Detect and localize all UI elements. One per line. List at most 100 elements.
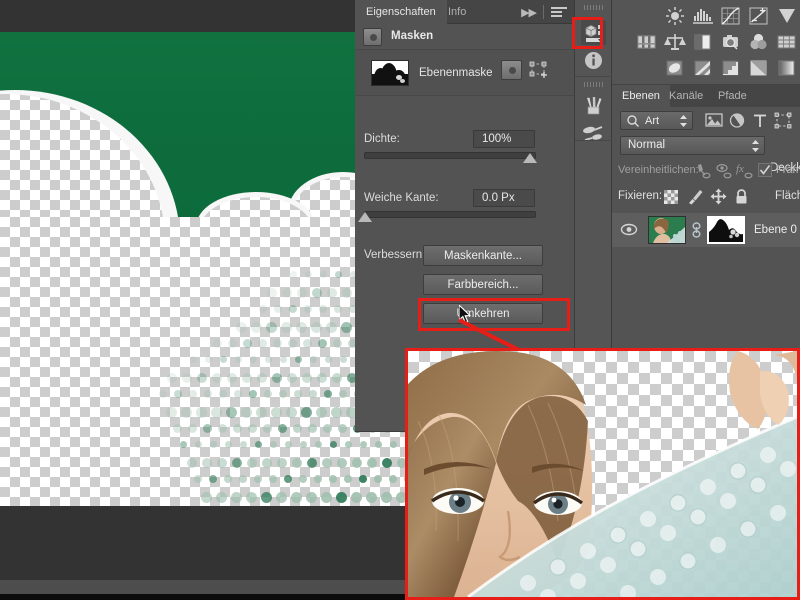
dock-separator [575, 76, 612, 77]
pixel-mask-icon[interactable] [501, 60, 522, 80]
mask-row-label: Ebenenmaske [419, 67, 493, 79]
mask-edge-button[interactable]: Maskenkante... [423, 245, 543, 266]
mask-row[interactable]: Ebenenmaske [355, 50, 574, 96]
bubble-speckle [251, 322, 262, 333]
threshold-icon[interactable] [720, 58, 742, 78]
tab-kanaele-label: Kanäle [669, 90, 704, 102]
bubble-speckle [248, 424, 257, 433]
bubble-speckle [314, 475, 322, 483]
dock-grip[interactable] [584, 5, 603, 10]
bubble-speckle [257, 373, 267, 383]
black-white-icon[interactable] [692, 32, 714, 52]
link-icon[interactable] [691, 222, 702, 238]
unify-row: Vereinheitlichen: fx Frame [612, 159, 800, 184]
bubble-speckle [201, 492, 212, 503]
bubble-speckle [296, 322, 307, 333]
bubble-speckle [336, 492, 347, 503]
bubble-speckle [302, 373, 312, 383]
bubble-speckle [321, 492, 332, 503]
layer-thumbnail[interactable] [648, 216, 686, 244]
posterize-icon[interactable] [692, 58, 714, 78]
table-row[interactable]: Ebene 0 [612, 213, 800, 247]
selective-color-icon[interactable] [748, 58, 770, 78]
shape-filter-icon[interactable] [774, 112, 792, 129]
feather-slider-thumb[interactable] [358, 212, 372, 222]
frame-label: Frame [776, 164, 800, 176]
info-icon[interactable] [581, 48, 606, 73]
dock-grip[interactable] [584, 82, 603, 87]
bubble-speckle [374, 475, 382, 483]
hue-saturation-icon[interactable] [636, 32, 658, 52]
masks-panel-title: Masken [391, 30, 434, 42]
photo-filter-icon[interactable] [720, 32, 742, 52]
tab-info[interactable]: Info [437, 0, 477, 24]
bubble-speckle [316, 407, 327, 418]
bubble-speckle [250, 356, 257, 363]
bubble-speckle [264, 390, 272, 398]
bubble-speckle [333, 339, 342, 348]
exposure-icon[interactable] [748, 6, 770, 26]
tab-eigenschaften[interactable]: Eigenschaften [355, 0, 447, 24]
adjustment-filter-icon[interactable] [728, 112, 746, 129]
color-lookup-icon[interactable] [776, 32, 798, 52]
density-slider-track[interactable] [364, 152, 536, 159]
layer-mask-thumbnail[interactable] [707, 216, 745, 244]
stepper-arrows-icon [680, 115, 687, 127]
brush-presets-icon[interactable] [581, 121, 606, 146]
invert-icon[interactable] [664, 58, 686, 78]
color-range-button[interactable]: Farbbereich... [423, 274, 543, 295]
image-filter-icon[interactable] [705, 112, 723, 129]
unify-visibility-icon[interactable] [715, 162, 733, 180]
bubble-speckle [306, 492, 317, 503]
bubble-speckle [196, 407, 207, 418]
text-filter-icon[interactable] [751, 112, 769, 129]
eye-icon[interactable] [620, 222, 638, 237]
panel-menu-icon[interactable] [551, 7, 567, 18]
bubble-speckle [236, 322, 247, 333]
feather-value[interactable]: 0.0 Px [473, 189, 535, 207]
fill-label: Fläch [775, 190, 800, 202]
vibrance-icon[interactable] [776, 6, 798, 26]
color-balance-icon[interactable] [664, 32, 686, 52]
unify-effects-icon[interactable]: fx [736, 162, 754, 180]
double-chevron-right-icon[interactable]: ▶▶ [521, 6, 537, 19]
layer-mask-thumbnail[interactable] [371, 60, 409, 86]
bubble-speckle [240, 441, 247, 448]
bubble-speckle [194, 475, 202, 483]
tab-pfade[interactable]: Pfade [708, 85, 757, 107]
unify-position-icon[interactable] [694, 162, 712, 180]
density-slider-thumb[interactable] [523, 153, 537, 163]
dock-separator [575, 140, 612, 141]
channel-mixer-icon[interactable] [748, 32, 770, 52]
bubble-speckle [256, 407, 267, 418]
bubble-speckle [272, 373, 282, 383]
bubble-speckle [309, 390, 317, 398]
curves-icon[interactable] [720, 6, 742, 26]
bubble-speckle [284, 475, 292, 483]
feather-slider-track[interactable] [364, 211, 536, 218]
lock-image-icon[interactable] [687, 188, 704, 205]
bubble-speckle [317, 373, 327, 383]
levels-icon[interactable] [692, 6, 714, 26]
bubble-speckle [341, 322, 352, 333]
bubble-speckle [311, 322, 322, 333]
brushes-icon[interactable] [581, 93, 606, 118]
density-value[interactable]: 100% [473, 130, 535, 148]
brightness-contrast-icon[interactable] [664, 6, 686, 26]
unify-label: Vereinheitlichen: [618, 164, 699, 176]
bubble-speckle [345, 441, 352, 448]
tab-kanaele[interactable]: Kanäle [659, 85, 713, 107]
lock-all-icon[interactable] [734, 188, 749, 205]
frame-checkbox[interactable] [758, 163, 772, 177]
gradient-map-icon[interactable] [776, 58, 798, 78]
bubble-speckle [340, 356, 347, 363]
blend-mode-select[interactable]: Normal [620, 136, 765, 155]
photoshop-window: Eigenschaften Info ▶▶ Masken Ebenenmaske [0, 0, 800, 600]
lock-position-icon[interactable] [710, 188, 727, 205]
bubble-speckle [180, 441, 187, 448]
bubble-speckle [320, 271, 327, 278]
layer-filter-select[interactable]: Art [620, 111, 693, 130]
lock-transparency-icon[interactable] [664, 190, 678, 204]
bubble-speckle [255, 441, 262, 448]
vector-mask-icon[interactable] [529, 61, 549, 79]
